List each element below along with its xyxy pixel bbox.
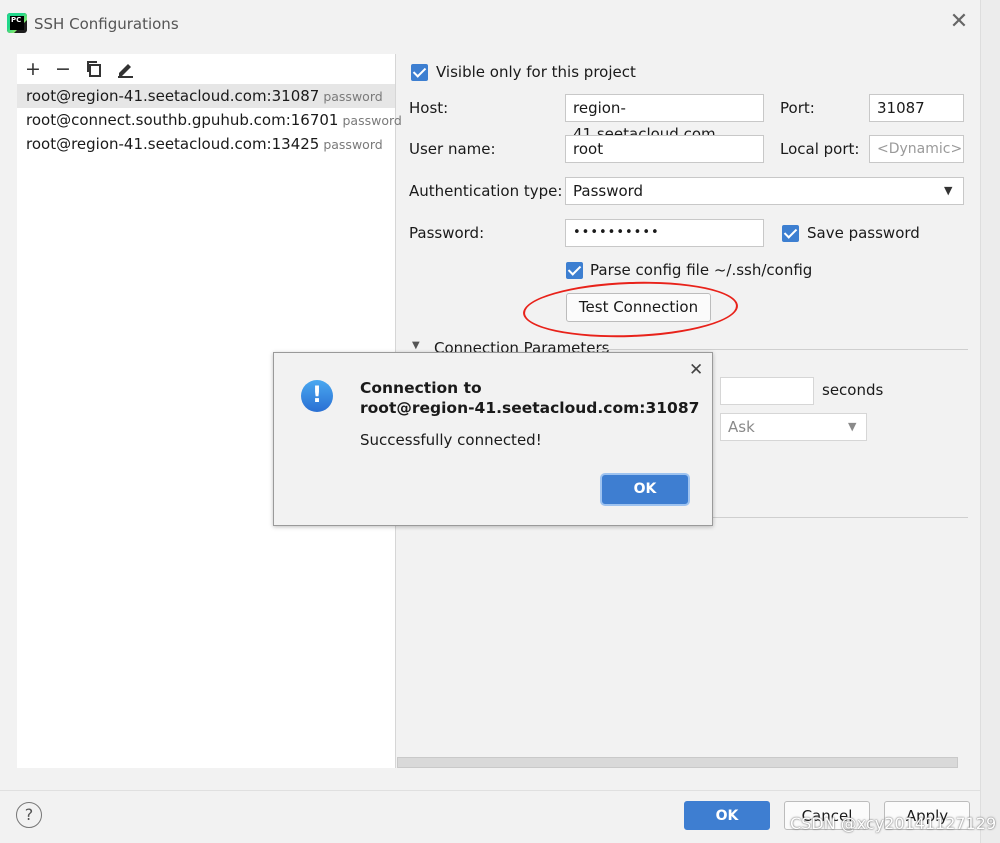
local-port-input[interactable]: <Dynamic> (869, 135, 964, 163)
seconds-label: seconds (822, 381, 884, 399)
list-item-connection-2[interactable]: root@connect.southb.gpuhub.com:16701 pass… (17, 108, 402, 132)
parse-config-label: Parse config file ~/.ssh/config (590, 261, 813, 279)
visible-only-label: Visible only for this project (436, 63, 636, 81)
window-title: SSH Configurations (34, 15, 179, 33)
info-icon: ! (301, 380, 333, 412)
dialog-ok-button[interactable]: OK (602, 475, 688, 504)
footer-separator (0, 790, 980, 791)
local-port-label: Local port: (780, 140, 860, 158)
host-label: Host: (409, 99, 449, 117)
dialog-title-line1: Connection to (360, 379, 482, 397)
connection-host: root@region-41.seetacloud.com:31087 (26, 87, 320, 105)
section-separator (597, 349, 968, 350)
connection-auth: password (342, 113, 402, 128)
ok-button[interactable]: OK (684, 801, 770, 830)
chevron-down-icon: ▼ (944, 184, 953, 197)
edit-icon[interactable] (116, 59, 135, 78)
ask-select[interactable]: Ask ▼ (720, 413, 867, 441)
timeout-input[interactable] (720, 377, 814, 405)
connection-auth: password (323, 137, 383, 152)
collapse-triangle-icon[interactable]: ▼ (412, 340, 420, 351)
close-dialog-icon[interactable]: ✕ (689, 360, 703, 380)
dialog-title-line2: root@region-41.seetacloud.com:31087 (360, 399, 700, 417)
background-window-edge (980, 0, 1000, 843)
red-annotation-circle (522, 278, 739, 341)
port-input[interactable]: 31087 (869, 94, 964, 122)
password-input[interactable]: •••••••••• (565, 219, 764, 247)
chevron-down-icon: ▼ (848, 420, 857, 433)
list-item-connection-3[interactable]: root@region-41.seetacloud.com:13425 passw… (17, 132, 395, 156)
horizontal-scrollbar[interactable] (397, 757, 958, 768)
help-icon[interactable]: ? (16, 802, 42, 828)
username-label: User name: (409, 140, 496, 158)
ask-value: Ask (728, 418, 755, 436)
auth-type-value: Password (573, 182, 644, 200)
connection-host: root@region-41.seetacloud.com:13425 (26, 135, 320, 153)
visible-only-checkbox[interactable] (411, 64, 428, 81)
auth-type-select[interactable]: Password ▼ (565, 177, 964, 205)
password-label: Password: (409, 224, 485, 242)
add-icon[interactable]: + (22, 58, 44, 80)
port-label: Port: (780, 99, 815, 117)
host-input[interactable]: region-41.seetacloud.com (565, 94, 764, 143)
save-password-checkbox[interactable] (782, 225, 799, 242)
connection-auth: password (323, 89, 383, 104)
auth-type-label: Authentication type: (409, 182, 563, 200)
save-password-label: Save password (807, 224, 920, 242)
list-item-connection-1[interactable]: root@region-41.seetacloud.com:31087 passw… (17, 84, 395, 108)
username-input[interactable]: root (565, 135, 764, 163)
dialog-message: Successfully connected! (360, 431, 542, 449)
csdn-watermark: CSDN @xcy20141127129 (790, 814, 997, 833)
connection-host: root@connect.southb.gpuhub.com:16701 (26, 111, 339, 129)
parse-config-checkbox[interactable] (566, 262, 583, 279)
section-separator-2 (712, 517, 968, 518)
remove-icon[interactable]: − (52, 58, 74, 80)
pycharm-app-icon: PC (7, 13, 27, 33)
close-window-icon[interactable]: ✕ (948, 11, 970, 33)
copy-icon[interactable] (85, 60, 103, 78)
